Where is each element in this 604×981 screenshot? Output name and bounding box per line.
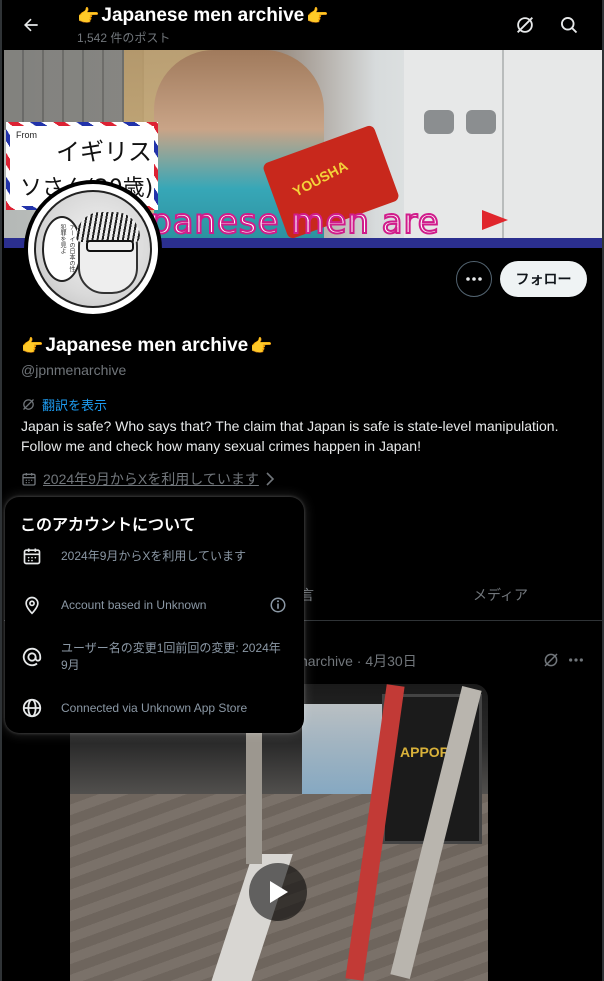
about-row-joined: 2024年9月からXを利用しています: [21, 545, 291, 567]
info-icon[interactable]: [269, 596, 287, 614]
joined-date-link[interactable]: 2024年9月からXを利用しています: [21, 469, 275, 489]
about-row-label: 2024年9月からXを利用しています: [61, 548, 247, 563]
header-title-text: Japanese men archive: [101, 5, 305, 26]
pointing-hand-icon: 👉: [306, 5, 329, 26]
location-icon: [21, 594, 43, 616]
about-row-location: Account based in Unknown: [21, 594, 291, 616]
avatar-speech-bubble: アーイの日本の性犯罪を見よ: [42, 216, 82, 282]
grok-icon: [23, 399, 34, 410]
grok-icon: [517, 17, 533, 33]
pointing-hand-icon: 👉: [250, 335, 273, 356]
banner-tap: [466, 110, 496, 134]
profile-name-text: Japanese men archive: [45, 335, 249, 356]
pointing-hand-icon: 👉: [77, 5, 100, 26]
arrow-left-icon: [24, 18, 38, 32]
about-row-label: Connected via Unknown App Store: [61, 700, 248, 715]
popover-title: このアカウントについて: [20, 517, 196, 534]
header-title: 👉 Japanese men archive 👉: [77, 5, 329, 27]
post-count: 1,542 件のポスト: [77, 31, 171, 45]
translate-label: 翻訳を表示: [42, 398, 108, 413]
profile-handle: @jpnmenarchive: [21, 362, 127, 378]
profile-bio: Japan is safe? Who says that? The claim …: [21, 418, 559, 454]
about-account-popover: このアカウントについて 2024年9月からXを利用しています Account b…: [5, 497, 304, 733]
joined-date-text: 2024年9月からXを利用しています: [43, 471, 259, 487]
profile-page: 👉 Japanese men archive 👉 1,542 件のポスト YOU…: [0, 0, 604, 981]
video-pole: [246, 724, 262, 864]
grok-button[interactable]: [512, 12, 538, 38]
more-options-button[interactable]: [456, 261, 492, 297]
chevron-right-icon: [266, 472, 274, 486]
avatar-hair: [76, 212, 140, 242]
calendar-icon: [22, 473, 36, 486]
more-horizontal-icon: [569, 658, 583, 662]
at-icon: [21, 646, 43, 668]
play-button[interactable]: [249, 863, 307, 921]
pointing-hand-icon: 👉: [21, 335, 44, 356]
avatar-illustration: アーイの日本の性犯罪を見よ: [34, 190, 152, 308]
grok-icon: [544, 653, 558, 667]
post-more-button[interactable]: [568, 651, 588, 669]
video-storefront: [302, 704, 382, 794]
avatar[interactable]: アーイの日本の性犯罪を見よ: [24, 180, 162, 318]
banner-caption: panese men are: [149, 201, 440, 243]
follow-button[interactable]: フォロー: [500, 261, 587, 297]
about-row-connected-via: Connected via Unknown App Store: [21, 697, 291, 719]
grok-post-button[interactable]: [542, 651, 560, 669]
avatar-glasses: [86, 240, 134, 252]
post-author-date[interactable]: narchive · 4月30日: [300, 651, 417, 671]
calendar-icon: [21, 545, 43, 567]
banner-flag-icon: [482, 210, 508, 230]
profile-name: 👉 Japanese men archive 👉: [21, 335, 273, 357]
top-bar: 👉 Japanese men archive 👉 1,542 件のポスト: [2, 0, 602, 50]
about-row-username-changes: ユーザー名の変更1回前回の変更: 2024年9月: [21, 640, 291, 674]
more-horizontal-icon: [466, 277, 482, 281]
play-icon: [270, 881, 288, 903]
banner-tap: [424, 110, 454, 134]
header-title-block: 👉 Japanese men archive 👉 1,542 件のポスト: [77, 5, 329, 46]
translate-link[interactable]: 翻訳を表示: [21, 395, 107, 414]
search-button[interactable]: [556, 12, 582, 38]
globe-icon: [21, 697, 43, 719]
back-button[interactable]: [16, 10, 46, 40]
banner-background: [4, 50, 144, 130]
about-row-label: Account based in Unknown: [61, 597, 207, 612]
search-icon: [561, 17, 578, 34]
tab-media[interactable]: メディア: [473, 585, 528, 605]
about-row-label: ユーザー名の変更1回前回の変更: 2024年9月: [61, 641, 281, 672]
